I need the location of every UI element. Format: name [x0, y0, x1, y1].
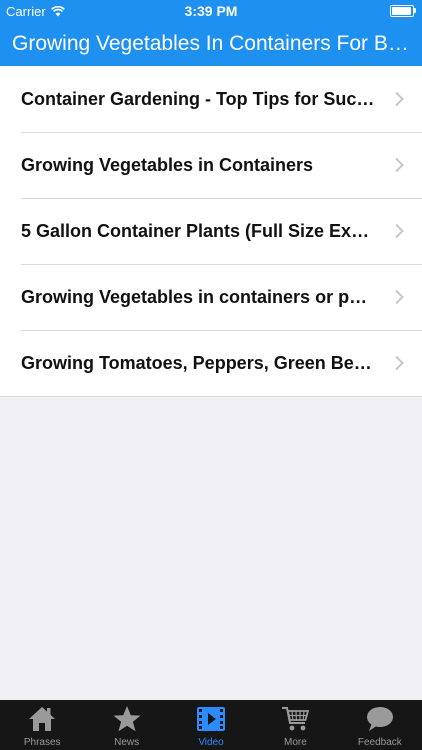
- battery-icon: [390, 5, 416, 17]
- chevron-right-icon: [395, 157, 404, 173]
- clock: 3:39 PM: [184, 3, 238, 19]
- tab-label: Feedback: [357, 737, 402, 748]
- tab-more[interactable]: More: [253, 700, 337, 750]
- tab-label: Video: [198, 737, 224, 748]
- chevron-right-icon: [395, 289, 404, 305]
- page-title: Growing Vegetables In Containers For Beg…: [12, 32, 410, 55]
- video-row[interactable]: Growing Vegetables in containers or pots: [0, 264, 422, 330]
- video-title: Growing Tomatoes, Peppers, Green Beans: [21, 353, 376, 373]
- tab-label: More: [284, 737, 307, 748]
- tab-feedback[interactable]: Feedback: [338, 700, 422, 750]
- app-screen: Carrier 3:39 PM Growing Vegetables In Co…: [0, 0, 422, 750]
- video-row[interactable]: 5 Gallon Container Plants (Full Size Exa…: [0, 198, 422, 264]
- video-row[interactable]: Container Gardening - Top Tips for Succe…: [0, 66, 422, 132]
- video-row[interactable]: Growing Vegetables in Containers: [0, 132, 422, 198]
- video-title: Growing Vegetables in containers or pots: [21, 287, 376, 307]
- speech-bubble-icon: [365, 705, 395, 733]
- video-list: Container Gardening - Top Tips for Succe…: [0, 66, 422, 397]
- cart-icon: [280, 705, 310, 733]
- navigation-bar: Carrier 3:39 PM Growing Vegetables In Co…: [0, 0, 422, 66]
- video-title: Growing Vegetables in Containers: [21, 155, 314, 175]
- status-bar: Carrier 3:39 PM: [0, 0, 422, 22]
- tab-label: Phrases: [23, 737, 61, 748]
- film-icon: [196, 705, 226, 733]
- video-title: Container Gardening - Top Tips for Succe…: [21, 89, 376, 109]
- tab-news[interactable]: News: [84, 700, 168, 750]
- video-title: 5 Gallon Container Plants (Full Size Exa…: [21, 221, 376, 241]
- tab-bar: Phrases News Video More Feedback: [0, 700, 422, 750]
- video-row[interactable]: Growing Tomatoes, Peppers, Green Beans: [0, 330, 422, 396]
- tab-phrases[interactable]: Phrases: [0, 700, 84, 750]
- house-icon: [27, 705, 57, 733]
- chevron-right-icon: [395, 223, 404, 239]
- chevron-right-icon: [395, 355, 404, 371]
- tab-video[interactable]: Video: [169, 700, 253, 750]
- star-icon: [112, 705, 142, 733]
- tab-label: News: [114, 737, 140, 748]
- chevron-right-icon: [395, 91, 404, 107]
